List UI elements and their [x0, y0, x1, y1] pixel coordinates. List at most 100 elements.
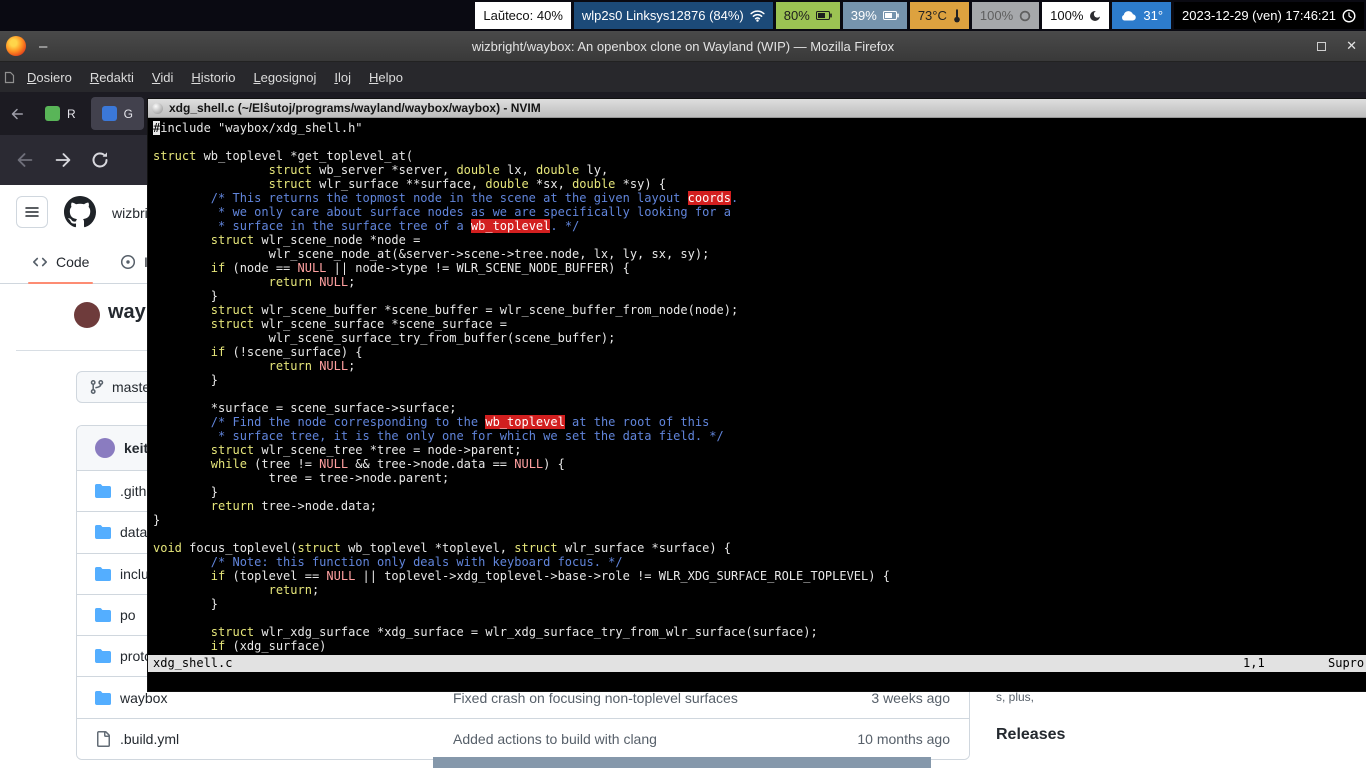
file-row[interactable]: .build.ymlAdded actions to build with cl… [77, 718, 969, 759]
system-panel: Laŭteco: 40% wlp2s0 Linksys12876 (84%) 80%… [0, 0, 1366, 31]
code-line: struct wb_toplevel *get_toplevel_at( [153, 149, 1366, 163]
code-line: *surface = scene_surface->surface; [153, 401, 1366, 415]
code-line: #include "waybox/xdg_shell.h" [153, 121, 1366, 135]
thermometer-icon [953, 9, 961, 23]
commit-age[interactable]: 10 months ago [857, 731, 950, 747]
repo-description-fragment: s, plus, [996, 690, 1034, 704]
tabs: RG [34, 97, 144, 130]
panel-item-temperature[interactable]: 73°C [910, 2, 969, 29]
reload-button[interactable] [90, 150, 110, 170]
panel-item-volume[interactable]: Laŭteco: 40% [475, 2, 571, 29]
code-line: * surface tree, it is the only one for w… [153, 429, 1366, 443]
hamburger-menu-button[interactable] [16, 196, 48, 228]
statusline-filename: xdg_shell.c [153, 656, 232, 670]
code-line: return; [153, 583, 1366, 597]
nvim-window: xdg_shell.c (~/Elŝutoj/programs/wayland/… [148, 99, 1366, 691]
browser-tab-1[interactable]: R [34, 97, 87, 130]
nvim-statusline: xdg_shell.c 1,1 Supro [148, 655, 1366, 672]
battery-icon [883, 11, 899, 20]
panel-item-volume-label: Laŭteco: 40% [483, 8, 563, 23]
nvim-cmdline [148, 672, 1366, 691]
tab-scroll-left-button[interactable] [8, 105, 26, 123]
code-line: } [153, 513, 1366, 527]
menu-vidi[interactable]: Vidi [143, 70, 182, 85]
panel-item-ups-label: 100% [980, 8, 1013, 23]
commit-author-name[interactable]: keit [124, 440, 148, 456]
panel-item-battery-aux[interactable]: 39% [843, 2, 907, 29]
commit-message[interactable]: Added actions to build with clang [453, 731, 857, 747]
menu-dosiero[interactable]: Dosiero [18, 70, 81, 85]
moon-icon [1089, 10, 1101, 22]
firefox-titlebar[interactable]: – wizbright/waybox: An openbox clone on … [0, 31, 1366, 62]
code-line: if (xdg_surface) [153, 639, 1366, 653]
window-title: wizbright/waybox: An openbox clone on Wa… [0, 39, 1366, 54]
code-line: tree = tree->node.parent; [153, 471, 1366, 485]
code-line: } [153, 485, 1366, 499]
menu-historio[interactable]: Historio [182, 70, 244, 85]
code-line: return NULL; [153, 275, 1366, 289]
selected-tab-underline [28, 282, 93, 284]
code-line: wlr_scene_surface_try_from_buffer(scene_… [153, 331, 1366, 345]
tab-favicon [45, 106, 60, 121]
code-line: } [153, 597, 1366, 611]
horizontal-scrollbar-thumb[interactable] [433, 757, 931, 768]
code-line: wlr_scene_node_at(&server->scene->tree.n… [153, 247, 1366, 261]
cloud-icon [1120, 10, 1137, 21]
code-line: void focus_toplevel(struct wb_toplevel *… [153, 541, 1366, 555]
page-icon [4, 71, 15, 84]
code-line: struct wlr_xdg_surface *xdg_surface = wl… [153, 625, 1366, 639]
panel-item-network[interactable]: wlp2s0 Linksys12876 (84%) [574, 2, 773, 29]
panel-item-brightness-label: 100% [1050, 8, 1083, 23]
panel-item-weather[interactable]: 31° [1112, 2, 1171, 29]
panel-item-ups[interactable]: 100% [972, 2, 1039, 29]
close-button[interactable]: ✕ [1346, 38, 1357, 54]
code-line: if (!scene_surface) { [153, 345, 1366, 359]
nvim-titlebar[interactable]: xdg_shell.c (~/Elŝutoj/programs/wayland/… [148, 99, 1366, 118]
menu-redakti[interactable]: Redakti [81, 70, 143, 85]
desktop: Laŭteco: 40% wlp2s0 Linksys12876 (84%) 80%… [0, 0, 1366, 768]
minimize-button[interactable]: – [39, 38, 47, 55]
code-editor[interactable]: #include "waybox/xdg_shell.h" struct wb_… [148, 118, 1366, 655]
commit-message[interactable]: Fixed crash on focusing non-toplevel sur… [453, 690, 871, 706]
folder-icon [95, 607, 111, 623]
menu-helpo[interactable]: Helpo [360, 70, 412, 85]
forward-button[interactable] [52, 149, 74, 171]
panel-item-weather-label: 31° [1143, 8, 1163, 23]
panel-item-battery-main[interactable]: 80% [776, 2, 840, 29]
tab-code[interactable]: Code [24, 240, 97, 284]
panel-item-brightness[interactable]: 100% [1042, 2, 1109, 29]
menu-iloj[interactable]: Iloj [325, 70, 360, 85]
panel-item-temperature-label: 73°C [918, 8, 947, 23]
back-button[interactable] [14, 149, 36, 171]
releases-heading[interactable]: Releases [996, 726, 1065, 744]
file-name[interactable]: waybox [120, 690, 453, 706]
code-line: while (tree != NULL && tree->node.data =… [153, 457, 1366, 471]
code-line: struct wlr_surface **surface, double *sx… [153, 177, 1366, 191]
tab-label: R [67, 107, 76, 121]
tab-code-label: Code [56, 254, 89, 270]
code-line: if (node == NULL || node->type != WLR_SC… [153, 261, 1366, 275]
restore-button[interactable] [1317, 42, 1326, 51]
code-line: * surface in the surface tree of a wb_to… [153, 219, 1366, 233]
panel-item-clock-label: 2023-12-29 (ven) 17:46:21 [1182, 8, 1336, 23]
commit-author-avatar[interactable] [95, 438, 115, 458]
nvim-title-text: xdg_shell.c (~/Elŝutoj/programs/wayland/… [169, 101, 541, 115]
code-line [153, 387, 1366, 401]
code-line: struct wlr_scene_tree *tree = node->pare… [153, 443, 1366, 457]
browser-tab-2[interactable]: G [91, 97, 144, 130]
github-logo[interactable] [64, 196, 96, 228]
folder-icon [95, 483, 111, 499]
code-line: } [153, 373, 1366, 387]
panel-items: Laŭteco: 40% wlp2s0 Linksys12876 (84%) 80%… [475, 2, 1364, 29]
panel-item-clock[interactable]: 2023-12-29 (ven) 17:46:21 [1174, 2, 1364, 29]
code-line: return NULL; [153, 359, 1366, 373]
code-line [153, 527, 1366, 541]
panel-item-battery-main-label: 80% [784, 8, 810, 23]
commit-age[interactable]: 3 weeks ago [871, 690, 950, 706]
code-line: struct wlr_scene_surface *scene_surface … [153, 317, 1366, 331]
menu-legosignoj[interactable]: Legosignoj [244, 70, 325, 85]
file-name[interactable]: .build.yml [120, 731, 453, 747]
repo-owner-avatar[interactable] [74, 302, 100, 328]
folder-icon [95, 566, 111, 582]
statusline-ruler: 1,1 [1243, 656, 1265, 670]
